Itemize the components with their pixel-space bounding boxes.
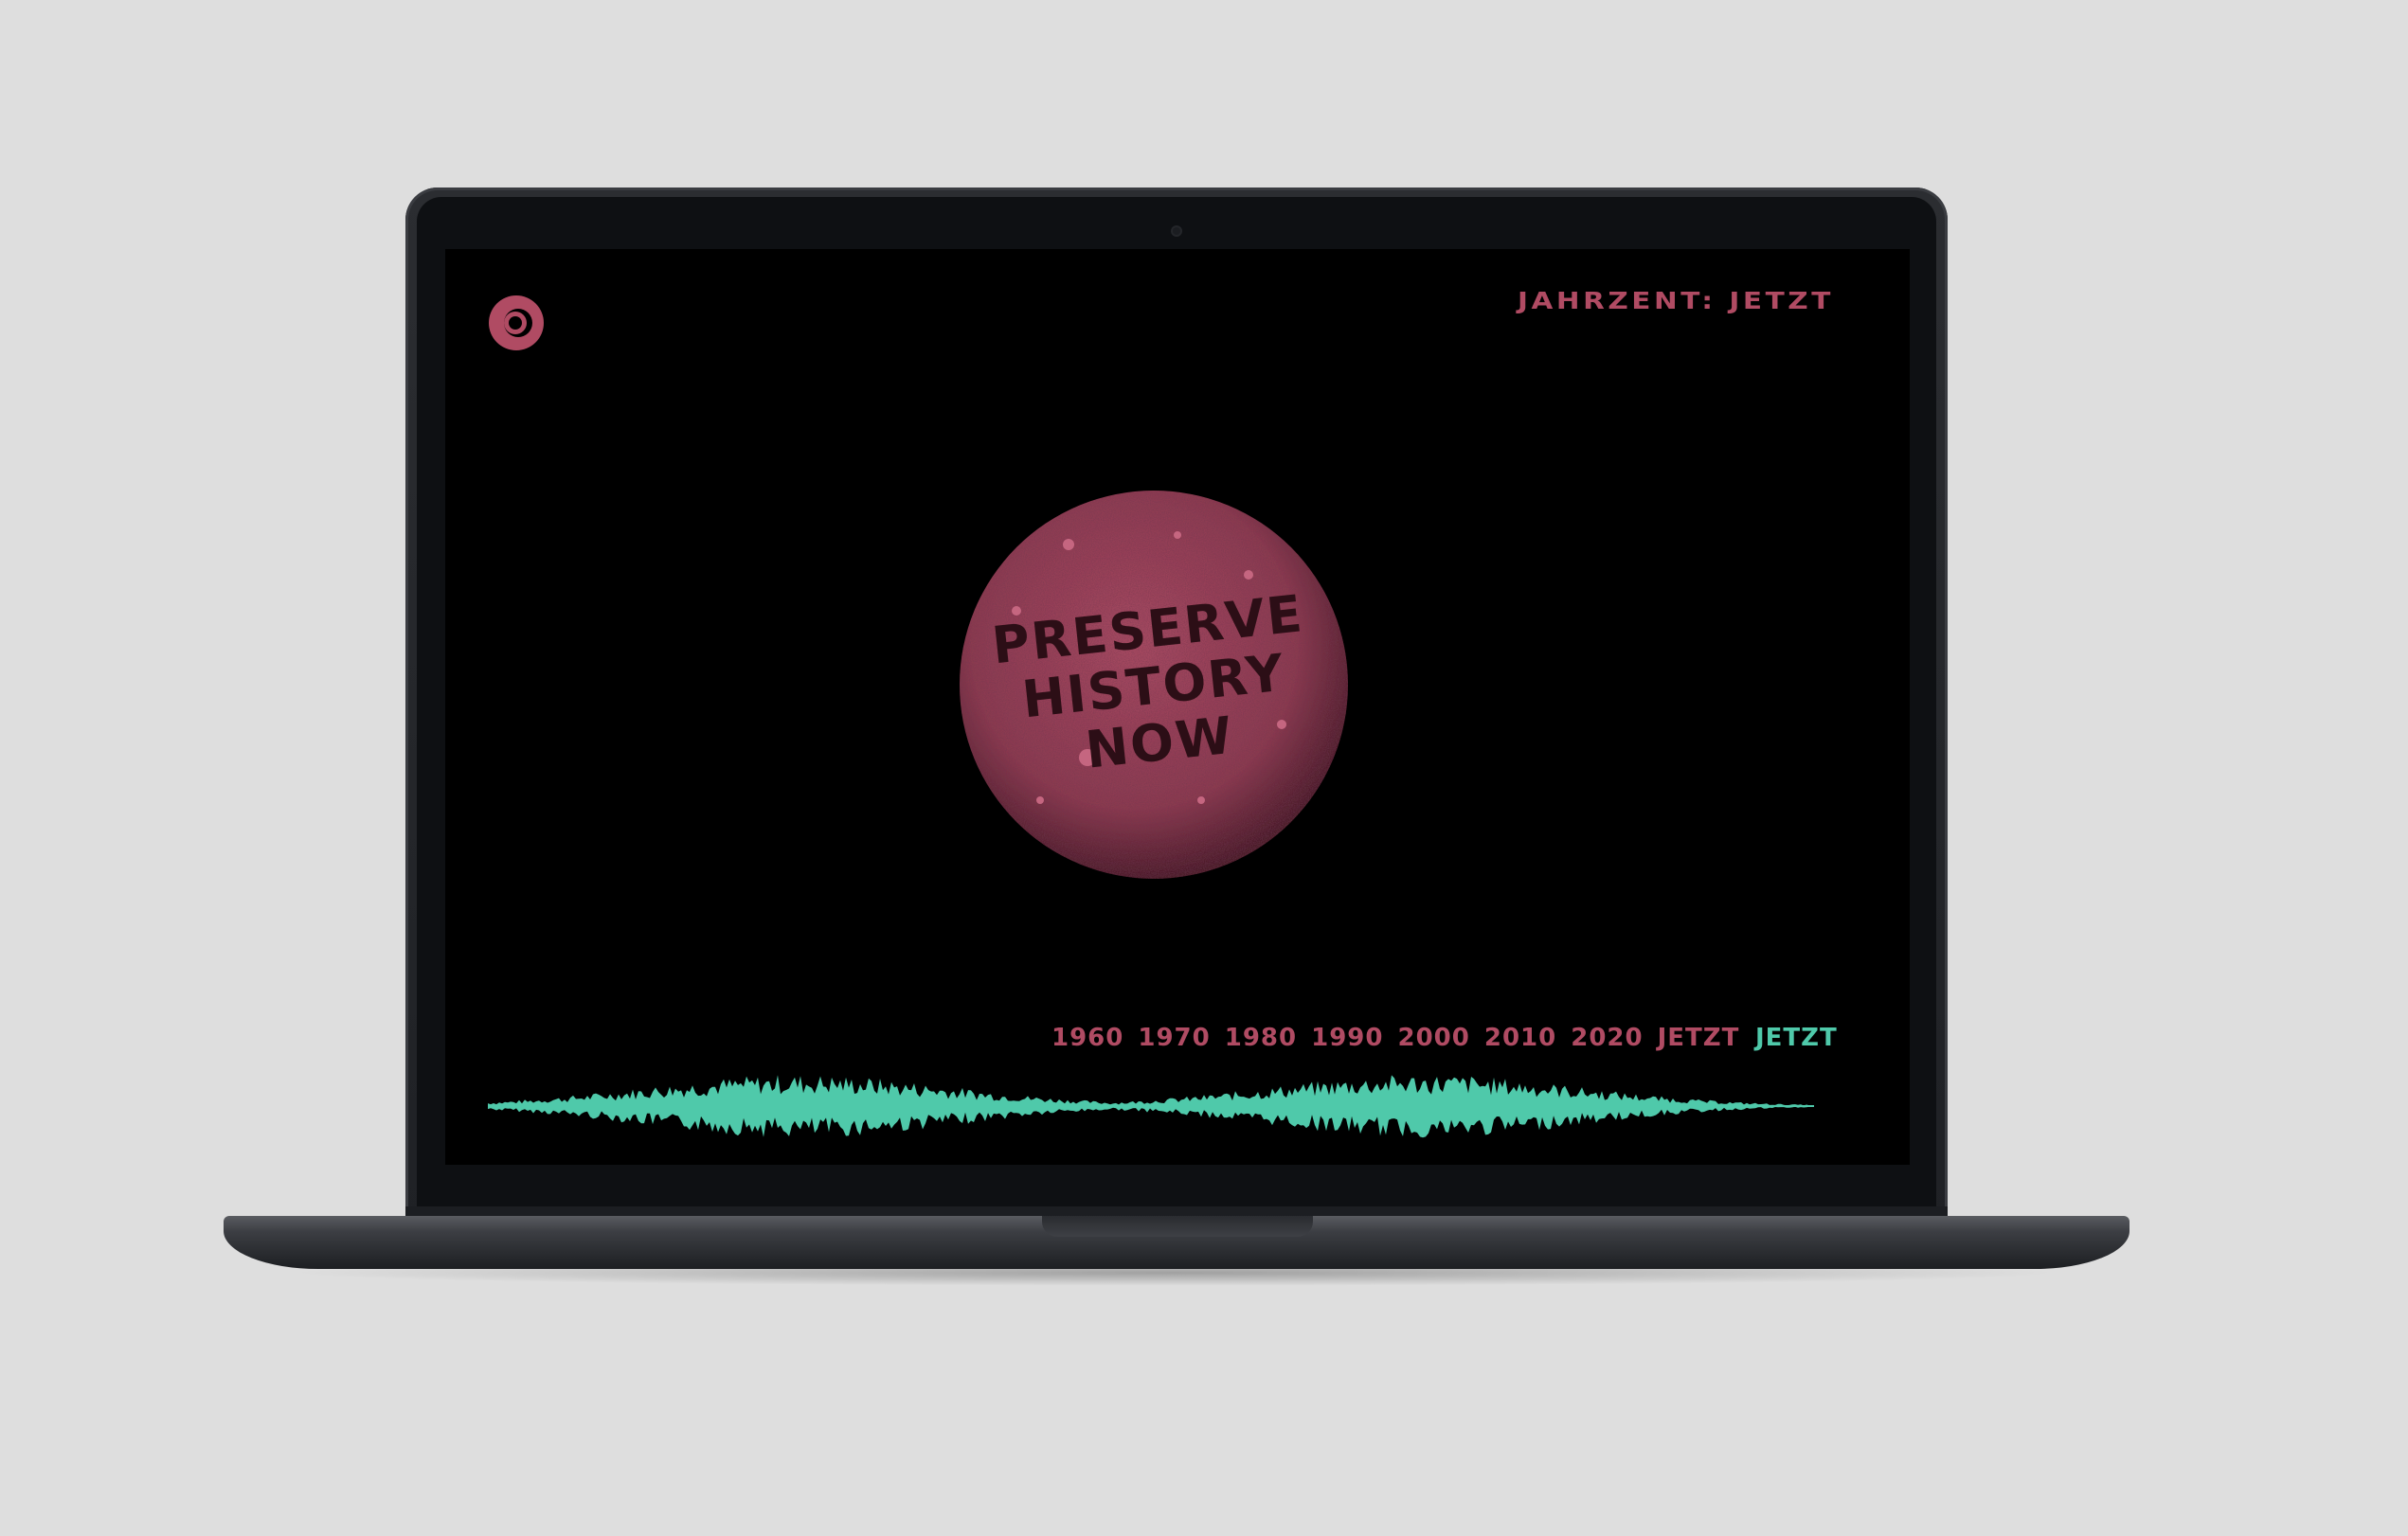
decade-label: JAHRZENT: JETZT [1518,287,1834,314]
timeline-year-1970[interactable]: 1970 [1138,1024,1224,1052]
timeline-year-1980[interactable]: 1980 [1225,1024,1311,1052]
app-screen: JAHRZENT: JETZT PRESERVE HISTORY NOW 196… [445,249,1910,1165]
audio-waveform[interactable] [488,1068,1814,1144]
laptop-notch [1042,1216,1313,1237]
record-disc-icon[interactable] [488,295,545,351]
preserve-history-pill-image: PRESERVE HISTORY NOW [960,491,1348,879]
laptop-mockup: JAHRZENT: JETZT PRESERVE HISTORY NOW 196… [0,0,2408,1536]
timeline-year-2000[interactable]: 2000 [1398,1024,1484,1052]
timeline-year-1960[interactable]: 1960 [1051,1024,1138,1052]
timeline-jetzt-hover[interactable]: JETZT [1658,1024,1754,1052]
timeline-jetzt-active[interactable]: JETZT [1755,1024,1838,1052]
timeline-year-1990[interactable]: 1990 [1311,1024,1397,1052]
decade-timeline: 1960 1970 1980 1990 2000 2010 2020 JETZT… [1051,1024,1837,1052]
timeline-year-2020[interactable]: 2020 [1571,1024,1657,1052]
timeline-year-2010[interactable]: 2010 [1484,1024,1571,1052]
camera-icon [1173,227,1180,235]
